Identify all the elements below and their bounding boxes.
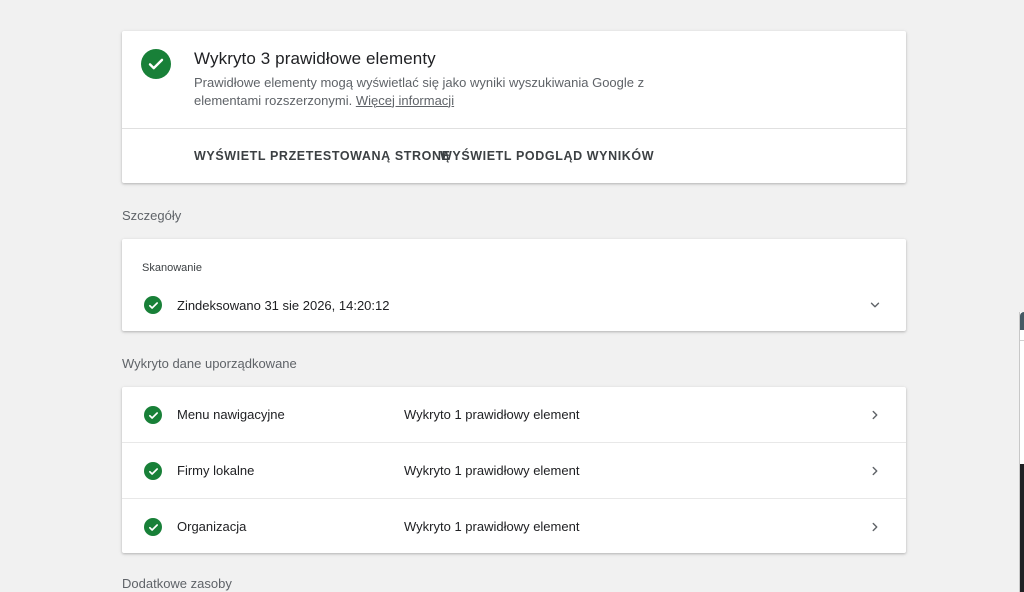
details-card: Skanowanie Zindeksowano 31 sie 2026, 14:…: [122, 239, 906, 331]
summary-card: Wykryto 3 prawidłowe elementy Prawidłowe…: [122, 31, 906, 183]
structured-item-row[interactable]: Menu nawigacyjne Wykryto 1 prawidłowy el…: [122, 387, 906, 443]
check-circle-icon: [141, 49, 171, 79]
check-circle-icon: [144, 462, 162, 480]
chevron-down-icon[interactable]: [868, 298, 882, 312]
page: Wykryto 3 prawidłowe elementy Prawidłowe…: [0, 0, 1024, 592]
view-results-preview-button[interactable]: WYŚWIETL PODGLĄD WYNIKÓW: [440, 149, 654, 163]
divider: [122, 128, 906, 129]
structured-item-row[interactable]: Organizacja Wykryto 1 prawidłowy element: [122, 498, 906, 554]
structured-item-status: Wykryto 1 prawidłowy element: [404, 463, 580, 478]
side-panel-header: [1020, 312, 1024, 330]
crawl-subheading: Skanowanie: [142, 262, 202, 274]
structured-section-label: Wykryto dane uporządkowane: [122, 356, 297, 371]
structured-item-status: Wykryto 1 prawidłowy element: [404, 519, 580, 534]
structured-item-status: Wykryto 1 prawidłowy element: [404, 407, 580, 422]
structured-item-name: Organizacja: [177, 519, 247, 534]
summary-description: Prawidłowe elementy mogą wyświetlać się …: [194, 74, 664, 109]
view-tested-page-button[interactable]: WYŚWIETL PRZETESTOWANĄ STRONĘ: [194, 149, 451, 163]
side-panel-edge[interactable]: [1019, 312, 1024, 592]
chevron-right-icon: [872, 522, 878, 532]
chevron-right-icon: [872, 410, 878, 420]
resources-section-label: Dodatkowe zasoby: [122, 576, 232, 591]
side-panel-content: [1020, 464, 1024, 592]
structured-item-name: Firmy lokalne: [177, 463, 255, 478]
check-circle-icon: [144, 296, 162, 314]
structured-item-row[interactable]: Firmy lokalne Wykryto 1 prawidłowy eleme…: [122, 442, 906, 498]
details-section-label: Szczegóły: [122, 208, 182, 223]
summary-title: Wykryto 3 prawidłowe elementy: [194, 49, 436, 68]
check-circle-icon: [144, 518, 162, 536]
check-circle-icon: [144, 406, 162, 424]
indexed-text: Zindeksowano 31 sie 2026, 14:20:12: [177, 298, 390, 313]
divider: [1020, 340, 1024, 341]
structured-data-card: Menu nawigacyjne Wykryto 1 prawidłowy el…: [122, 387, 906, 553]
chevron-right-icon: [872, 466, 878, 476]
structured-item-name: Menu nawigacyjne: [177, 407, 285, 422]
indexed-row[interactable]: Zindeksowano 31 sie 2026, 14:20:12: [122, 291, 906, 321]
more-info-link[interactable]: Więcej informacji: [356, 93, 454, 108]
